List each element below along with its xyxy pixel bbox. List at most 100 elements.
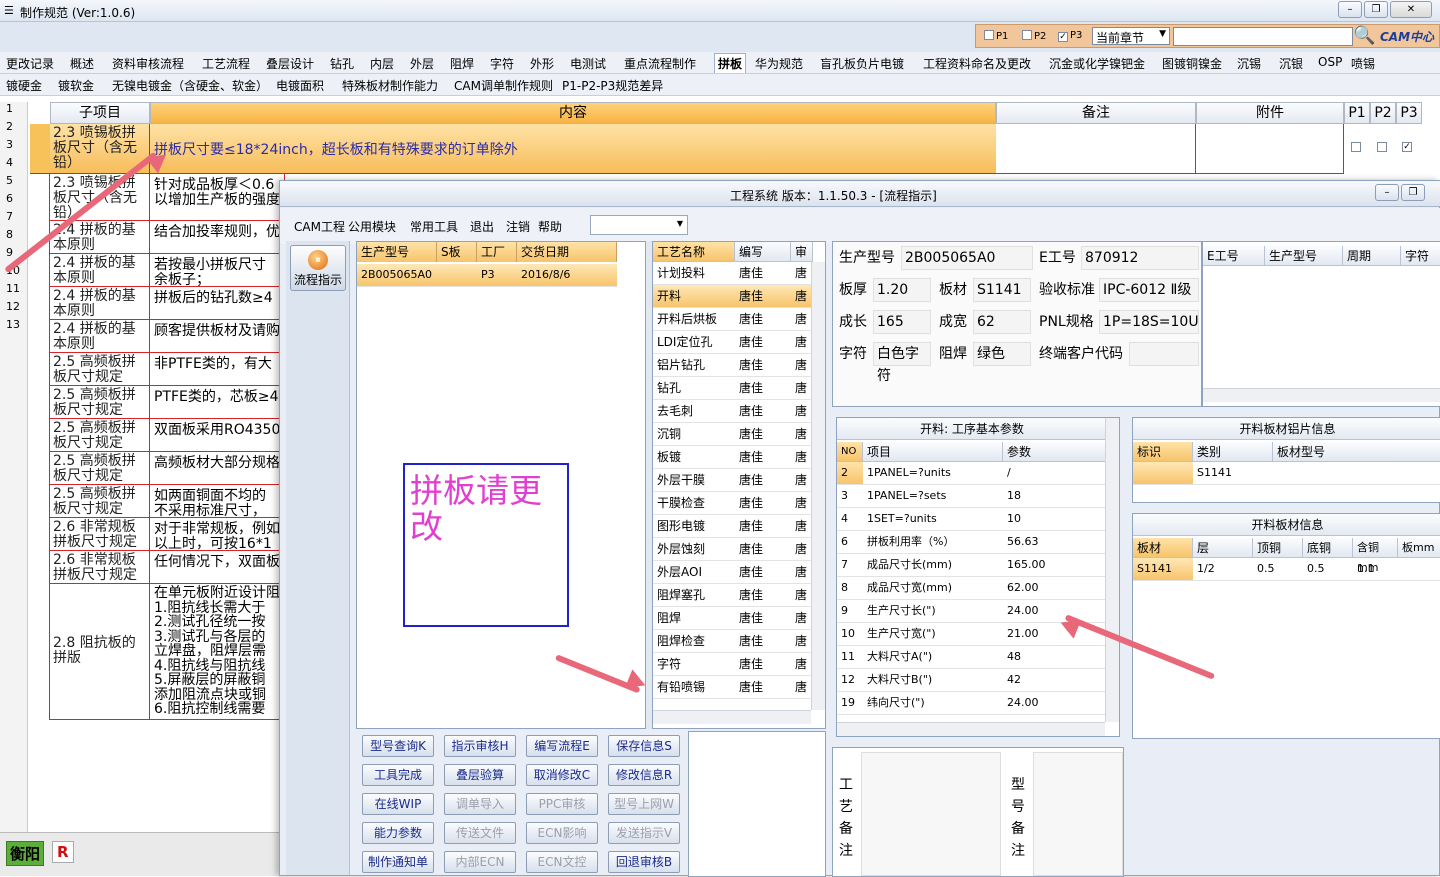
menu-combo[interactable]: ▼ <box>590 215 688 235</box>
process-row[interactable]: 沉铜 唐佳唐 <box>653 423 811 446</box>
grid-content[interactable]: PTFE类的，芯板≥4 <box>150 386 285 419</box>
process-row[interactable]: 去毛刺 唐佳唐 <box>653 400 811 423</box>
tab-6[interactable]: 内层 <box>370 55 394 72</box>
grid-sub-item[interactable]: 2.5 高频板拼板尺寸规定 <box>50 386 150 419</box>
process-row[interactable]: 阻焊 唐佳唐 <box>653 607 811 630</box>
grid-content[interactable]: 任何情况下，双面板 <box>150 551 285 584</box>
process-remark-input[interactable] <box>861 752 1001 876</box>
value-standard[interactable]: IPC-6012 Ⅱ级 <box>1099 278 1199 302</box>
tab-1[interactable]: 概述 <box>70 55 94 72</box>
grid-sub-item[interactable]: 2.4 拼板的基本原则 <box>50 320 150 353</box>
action-button-3-0[interactable]: 能力参数 <box>362 822 434 844</box>
tab2-2[interactable]: 无镍电镀金（含硬金、软金） <box>112 77 268 94</box>
tab-8[interactable]: 阻焊 <box>450 55 474 72</box>
first-row-content[interactable]: 拼板尺寸要≤18*24inch，超长板和有特殊要求的订单除外 <box>154 139 518 159</box>
grid-sub-item[interactable]: 2.4 拼板的基本原则 <box>50 287 150 320</box>
value-length[interactable]: 165 <box>873 310 931 334</box>
grid-sub-item[interactable]: 2.8 阻抗板的拼版 <box>50 584 150 720</box>
process-hscrollbar[interactable] <box>653 710 811 724</box>
p3-checkbox[interactable]: ✓ P3 <box>1058 30 1082 42</box>
tab-18[interactable]: 图镀铜镍金 <box>1162 55 1222 72</box>
grid-content[interactable]: 针对成品板厚＜0.6 以增加生产板的强度 <box>150 174 285 221</box>
action-button-1-3[interactable]: 修改信息R <box>608 764 680 786</box>
tab2-1[interactable]: 镀软金 <box>58 77 94 94</box>
tab-13[interactable]: 拼板 <box>714 53 747 73</box>
param-row[interactable]: 7 成品尺寸长(mm) 165.00 <box>837 554 1105 577</box>
params-hscrollbar[interactable] <box>837 722 1105 736</box>
param-row[interactable]: 11 大料尺寸A(") 48 <box>837 646 1105 669</box>
action-button-4-1[interactable]: 内部ECN <box>444 851 516 873</box>
grid-sub-item[interactable]: 2.6 非常规板拼板尺寸规定 <box>50 518 150 551</box>
grid-content[interactable]: 顾客提供板材及请购 <box>150 320 285 353</box>
grid-content[interactable]: 如两面铜面不均的 不采用标准尺寸， <box>150 485 285 518</box>
grid-sub-item[interactable]: 2.5 高频板拼板尺寸规定 <box>50 353 150 386</box>
tab-12[interactable]: 重点流程制作 <box>624 55 696 72</box>
process-row[interactable]: 计划投料 唐佳唐 <box>653 262 811 285</box>
scope-select[interactable]: 当前章节 ▼ <box>1092 27 1170 45</box>
tab-16[interactable]: 工程资料命名及更改 <box>923 55 1031 72</box>
action-button-2-1[interactable]: 调单导入 <box>444 793 516 815</box>
tab-10[interactable]: 外形 <box>530 55 554 72</box>
job-row[interactable]: 2B005065A0 P3 2016/8/6 <box>357 264 617 287</box>
action-button-0-1[interactable]: 指示审核H <box>444 735 516 757</box>
grid-content[interactable]: 拼板后的钻孔数≥4 <box>150 287 285 320</box>
tab2-5[interactable]: CAM调单制作规则 <box>454 77 553 94</box>
child-maximize-button[interactable]: ❐ <box>1401 184 1425 201</box>
params-scrollbar[interactable] <box>1105 418 1119 722</box>
tab2-6[interactable]: P1-P2-P3规范差异 <box>562 77 663 94</box>
tab-19[interactable]: 沉锡 <box>1237 55 1261 72</box>
value-customer[interactable] <box>1129 342 1199 366</box>
tab-20[interactable]: 沉银 <box>1279 55 1303 72</box>
action-button-3-2[interactable]: ECN影响 <box>526 822 598 844</box>
history-hscrollbar[interactable] <box>1203 388 1440 402</box>
tab-17[interactable]: 沉金或化学镍钯金 <box>1049 55 1145 72</box>
process-row[interactable]: 外层蚀刻 唐佳唐 <box>653 538 811 561</box>
search-input[interactable] <box>1173 27 1353 46</box>
action-button-1-0[interactable]: 工具完成 <box>362 764 434 786</box>
value-character[interactable]: 白色字符 <box>873 342 931 384</box>
process-row[interactable]: 阻焊检查 唐佳唐 <box>653 630 811 653</box>
menu-0[interactable]: CAM工程 <box>294 218 345 235</box>
tab-7[interactable]: 外层 <box>410 55 434 72</box>
value-model[interactable]: 2B005065A0 <box>901 246 1033 270</box>
tab-5[interactable]: 钻孔 <box>330 55 354 72</box>
action-button-1-1[interactable]: 叠层验算 <box>444 764 516 786</box>
child-minimize-button[interactable]: – <box>1375 184 1399 201</box>
menu-1[interactable]: 公用模块 <box>348 218 396 235</box>
grid-content[interactable]: 在单元板附近设计阻 1.阻抗线长需大于 2.测试孔径统一按 3.测试孔与各层的 … <box>150 584 285 720</box>
grid-content[interactable]: 高频板材大部分规格 <box>150 452 285 485</box>
action-button-0-3[interactable]: 保存信息S <box>608 735 680 757</box>
tab-3[interactable]: 工艺流程 <box>202 55 250 72</box>
value-thickness[interactable]: 1.20 <box>873 278 931 302</box>
process-row[interactable]: 铝片钻孔 唐佳唐 <box>653 354 811 377</box>
process-row[interactable]: 钻孔 唐佳唐 <box>653 377 811 400</box>
tab2-4[interactable]: 特殊板材制作能力 <box>342 77 438 94</box>
action-button-0-0[interactable]: 型号查询K <box>362 735 434 757</box>
grid-content[interactable]: 结合加投率规则，优 <box>150 221 285 254</box>
material-row[interactable]: S1141 1/2 0.5 0.5 1.1 <box>1133 558 1440 581</box>
menu-3[interactable]: 退出 <box>470 218 494 235</box>
process-row[interactable]: 有铅喷锡 唐佳唐 <box>653 676 811 699</box>
param-row[interactable]: 6 拼板利用率（%） 56.63 <box>837 531 1105 554</box>
action-button-0-2[interactable]: 编写流程E <box>526 735 598 757</box>
flow-instruction-button[interactable]: ⏸ 流程指示 <box>290 245 346 291</box>
search-icon[interactable]: 🔍 <box>1353 25 1375 46</box>
tab-14[interactable]: 华为规范 <box>755 55 803 72</box>
action-button-4-3[interactable]: 回退审核B <box>608 851 680 873</box>
grid-sub-item[interactable]: 2.4 拼板的基本原则 <box>50 254 150 287</box>
tab-11[interactable]: 电测试 <box>570 55 606 72</box>
value-pnl[interactable]: 1P=18S=10U <box>1099 310 1199 334</box>
tab2-0[interactable]: 镀硬金 <box>6 77 42 94</box>
first-row-p2-checkbox[interactable] <box>1377 142 1387 152</box>
process-row[interactable]: 开料 唐佳唐 <box>653 285 811 308</box>
value-width[interactable]: 62 <box>973 310 1031 334</box>
grid-content[interactable]: 非PTFE类的，有大 <box>150 353 285 386</box>
process-row[interactable]: LDI定位孔 唐佳唐 <box>653 331 811 354</box>
first-row-remark[interactable] <box>996 124 1196 174</box>
maximize-button[interactable]: ❐ <box>1364 1 1388 18</box>
first-row-attachment[interactable] <box>1196 124 1344 174</box>
process-row[interactable]: 阻焊塞孔 唐佳唐 <box>653 584 811 607</box>
tab-22[interactable]: 喷锡 <box>1351 55 1375 72</box>
action-button-2-3[interactable]: 型号上网W <box>608 793 680 815</box>
first-row-p1-checkbox[interactable] <box>1351 142 1361 152</box>
